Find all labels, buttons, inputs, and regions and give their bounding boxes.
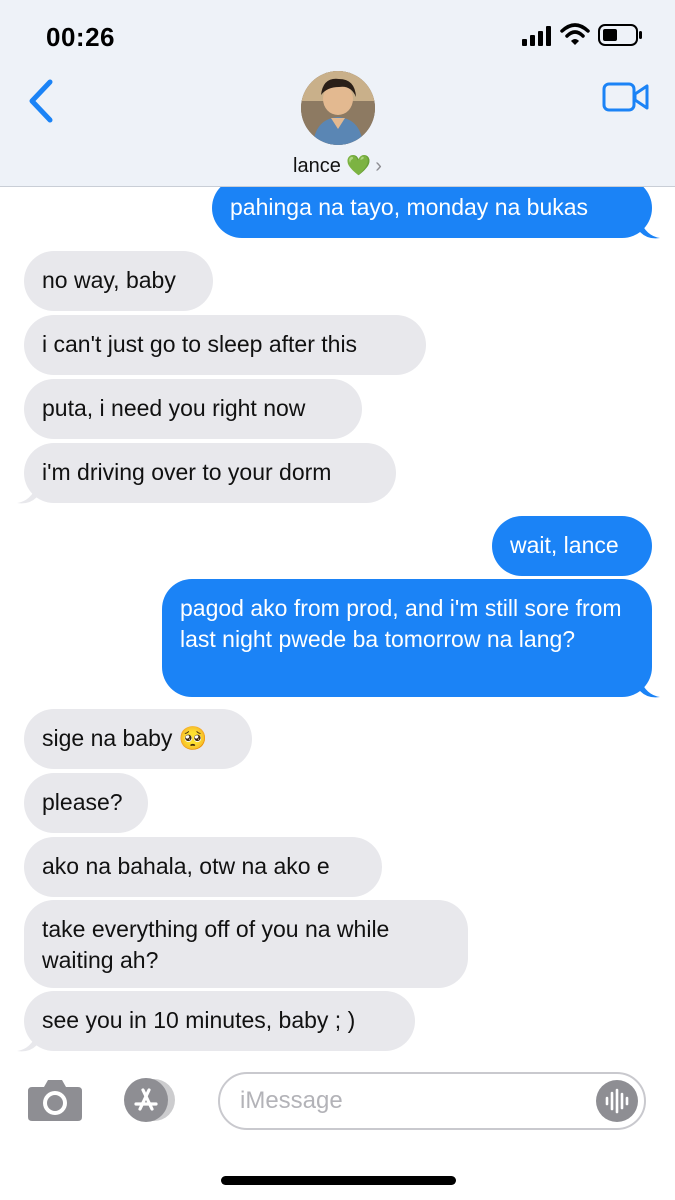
wifi-icon: [560, 23, 590, 45]
message-bubble-incoming[interactable]: please?: [24, 773, 148, 833]
battery-icon: [598, 24, 642, 46]
message-bubble-incoming[interactable]: ako na bahala, otw na ako e: [24, 837, 382, 897]
bubble-tail: [640, 679, 660, 698]
message-bubble-outgoing[interactable]: pahinga na tayo, monday na bukas: [212, 178, 652, 238]
app-store-icon[interactable]: [118, 1076, 182, 1124]
chevron-right-icon: ›: [375, 155, 382, 177]
contact-name-button[interactable]: lance 💚 ›: [0, 153, 675, 178]
message-input[interactable]: iMessage: [218, 1072, 646, 1130]
conversation-header: 00:26 lance 💚 ›: [0, 0, 675, 187]
bubble-tail: [17, 485, 37, 504]
signal-icon: [522, 26, 551, 46]
message-bubble-outgoing[interactable]: wait, lance: [492, 516, 652, 576]
audio-waveform-icon: [605, 1088, 629, 1114]
camera-icon[interactable]: [26, 1077, 84, 1123]
message-bubble-incoming[interactable]: i can't just go to sleep after this: [24, 315, 426, 375]
status-time: 00:26: [46, 22, 115, 52]
message-bubble-incoming[interactable]: sige na baby 🥺: [24, 709, 252, 769]
message-bubble-outgoing[interactable]: pagod ako from prod, and i'm still sore …: [162, 579, 652, 697]
message-input-placeholder: iMessage: [240, 1087, 343, 1114]
message-bubble-incoming[interactable]: i'm driving over to your dorm: [24, 443, 396, 503]
home-indicator[interactable]: [221, 1176, 456, 1185]
back-chevron-icon[interactable]: [26, 78, 56, 124]
audio-record-button[interactable]: [596, 1080, 638, 1122]
message-bubble-incoming[interactable]: no way, baby: [24, 251, 213, 311]
bubble-tail: [17, 1033, 37, 1052]
message-bubble-incoming[interactable]: take everything off of you na while wait…: [24, 900, 468, 988]
bubble-tail: [640, 220, 660, 239]
avatar[interactable]: [301, 71, 375, 145]
message-bubble-incoming[interactable]: see you in 10 minutes, baby ; ): [24, 991, 415, 1051]
video-call-icon[interactable]: [602, 80, 650, 114]
contact-name: lance 💚: [293, 155, 372, 177]
message-bubble-incoming[interactable]: puta, i need you right now: [24, 379, 362, 439]
